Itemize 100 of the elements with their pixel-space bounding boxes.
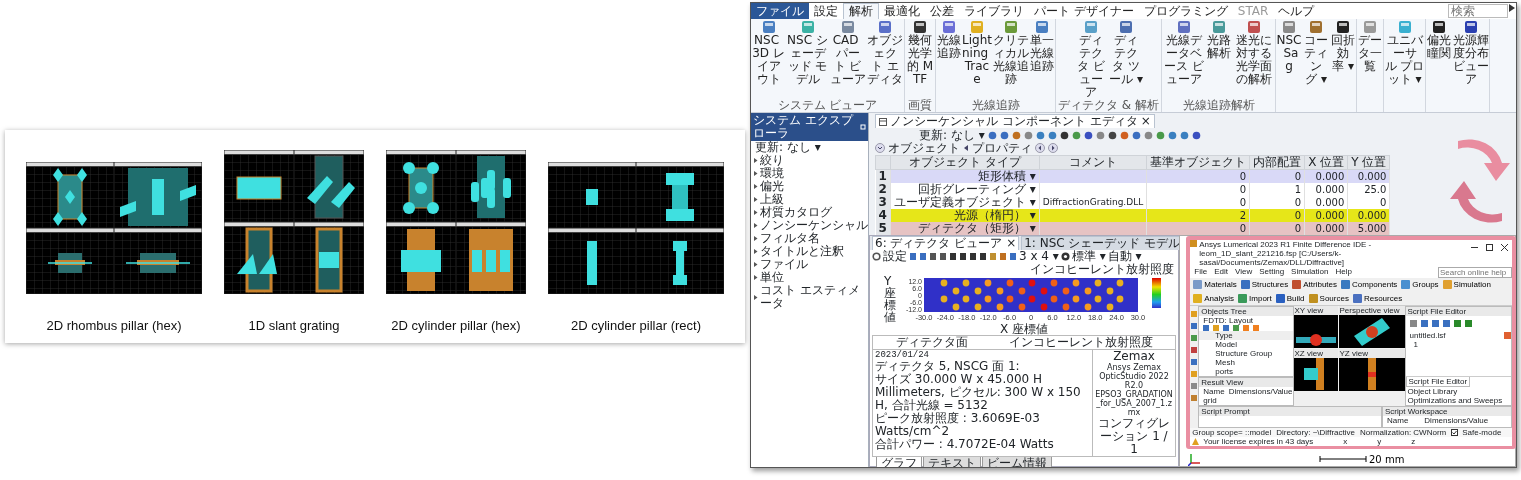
menu-item[interactable]: View (1234, 266, 1253, 278)
object-button[interactable]: オブジェクト (888, 141, 960, 155)
ribbon-tab[interactable]: プログラミング (1138, 3, 1233, 19)
ribbon-button[interactable]: データ一覧 (1357, 20, 1383, 99)
expand-icon[interactable] (753, 294, 758, 300)
collapse-icon[interactable] (875, 143, 885, 153)
toolbar-button[interactable]: Simulation (1441, 278, 1491, 290)
ribbon-button[interactable]: ユニバーサル プロット ▾ (1384, 20, 1425, 99)
type-dropdown[interactable]: 光源（楕円） ▾ (953, 207, 1036, 222)
menu-item[interactable]: Simulation (1291, 266, 1329, 278)
toolbar-button[interactable]: Analysis (1192, 292, 1235, 304)
ribbon-button[interactable]: オブジェクト エディタ (866, 20, 904, 99)
ribbon-tab[interactable]: 最適化 (879, 3, 925, 19)
toolbar-button[interactable]: Sources (1307, 292, 1349, 304)
toolbar-button[interactable]: Structures (1239, 278, 1289, 290)
expand-icon[interactable] (753, 171, 758, 176)
tree-item[interactable]: ports (1199, 366, 1293, 376)
toolbar-button[interactable]: Materials (1192, 278, 1237, 290)
expand-icon[interactable] (753, 262, 758, 267)
expand-icon[interactable] (753, 184, 758, 189)
ribbon-button[interactable]: 偏光瞳関 (1426, 20, 1452, 99)
tree-item[interactable]: Structure Group (1199, 348, 1293, 358)
tree-item[interactable]: 偏光 (760, 180, 784, 193)
standard-dropdown[interactable]: 標準 ▾ (1071, 249, 1106, 263)
close-button[interactable]: × (1140, 115, 1151, 128)
ribbon-button[interactable]: Lightning Trace (962, 20, 992, 99)
ribbon-tab[interactable]: ライブラリ (959, 3, 1029, 19)
ribbon-button[interactable]: 回折効率 ▾ (1330, 20, 1356, 99)
toolbar-button[interactable]: Import (1237, 292, 1272, 304)
layout-dropdown[interactable]: 3 x 4 ▾ (1019, 249, 1059, 263)
ribbon-button[interactable]: 迷光に対する光学面の解析 (1232, 20, 1275, 99)
ribbon-button[interactable]: 光路解析 (1206, 20, 1232, 99)
ribbon-button[interactable]: 幾何光学的 MTF (905, 20, 935, 99)
type-dropdown[interactable]: ディテクタ（矩形） ▾ (917, 220, 1036, 235)
ribbon-button[interactable]: クリティカル光線追跡 (992, 20, 1029, 99)
type-dropdown[interactable]: ユーザ定義オブジェクト ▾ (893, 194, 1036, 209)
tree-item[interactable]: grid (1203, 395, 1217, 405)
expand-icon[interactable] (753, 210, 758, 215)
close-button[interactable]: × (1006, 235, 1017, 250)
panel-tab[interactable]: Object Library (1405, 386, 1460, 396)
ribbon-button[interactable]: CAD パート ビューア (829, 20, 866, 99)
ribbon-tab[interactable]: 公差 (925, 3, 959, 19)
ribbon-button[interactable]: 光線追跡 (936, 20, 962, 99)
tree-item[interactable]: Mesh (1199, 357, 1293, 367)
toolbar-button[interactable]: Build (1274, 292, 1305, 304)
file-tab[interactable]: untitled.lsf (1409, 330, 1504, 340)
auto-dropdown[interactable]: 自動 ▾ (1107, 249, 1142, 263)
tree-item[interactable]: フィルタ名 (760, 232, 820, 245)
menu-item[interactable]: Setting (1259, 266, 1285, 278)
settings-button[interactable]: 設定 (883, 249, 907, 263)
tree-item[interactable]: 上級 (760, 193, 784, 206)
panel-tab[interactable]: Optimizations and Sweeps (1405, 395, 1505, 405)
editor-tab[interactable]: ノンシーケンシャル コンポーネント エディタ × (875, 114, 1155, 128)
update-dropdown[interactable]: 更新: なし ▾ (755, 140, 821, 154)
ribbon-tab[interactable]: 設定 (809, 3, 843, 19)
toolbar-button[interactable]: Groups (1400, 278, 1439, 290)
viewer-tab[interactable]: 6: ディテクタ ビューア × (872, 235, 1020, 250)
ribbon-tab[interactable]: ヘルプ (1273, 3, 1320, 19)
ribbon-button[interactable]: NSC 3D レイアウト (751, 20, 786, 99)
menu-item[interactable]: Help (1335, 266, 1352, 278)
checkbox[interactable] (1451, 428, 1459, 436)
ribbon-button[interactable]: 光線データベース ビューア (1162, 20, 1206, 99)
target-icon[interactable] (1060, 251, 1070, 261)
panel-tab[interactable]: Script File Editor (1405, 376, 1471, 387)
search-field[interactable]: Search online help (1438, 266, 1512, 278)
ribbon-tab[interactable]: パート デザイナー (1029, 3, 1139, 19)
menu-item[interactable]: File (1194, 266, 1208, 278)
property-button[interactable]: プロパティ (972, 141, 1032, 155)
tree-item[interactable]: 材質カタログ (760, 206, 832, 219)
ribbon-button[interactable]: ディテクタ ツール ▾ (1108, 20, 1144, 99)
tree-item[interactable]: 単位 (760, 271, 784, 284)
expand-icon[interactable] (753, 158, 758, 163)
ribbon-button[interactable]: 光源輝度分布ビューア (1452, 20, 1489, 99)
tree-item[interactable]: ファイル (760, 258, 808, 271)
tree-item[interactable]: コスト エスティメータ (760, 284, 868, 310)
search-field[interactable]: 検索 (1448, 4, 1508, 18)
ribbon-button[interactable]: コーティング ▾ (1302, 20, 1330, 99)
ribbon-button[interactable]: 単一光線追跡 (1029, 20, 1055, 99)
type-dropdown[interactable]: 矩形体積 ▾ (977, 168, 1036, 183)
menu-item[interactable]: Edit (1214, 266, 1228, 278)
expand-icon[interactable] (753, 275, 758, 280)
next-icon[interactable] (1048, 143, 1058, 153)
ribbon-tab[interactable]: 解析 (843, 3, 879, 19)
type-dropdown[interactable]: 回折グレーティング ▾ (917, 181, 1036, 196)
expand-icon[interactable] (753, 249, 758, 254)
ribbon-tab[interactable]: ファイル (751, 3, 809, 19)
ribbon-button[interactable]: NSC シェーデッド モデル (786, 20, 829, 99)
left-arrow-icon[interactable] (963, 145, 969, 151)
expand-icon[interactable] (753, 197, 758, 202)
tree-item[interactable]: タイトルと注釈 (760, 245, 844, 258)
tree-item[interactable]: 絞り (760, 154, 784, 167)
expand-icon[interactable] (753, 223, 758, 228)
tree-item[interactable]: ノンシーケンシャル (760, 219, 868, 232)
tree-root[interactable]: FDTD: Layout (1199, 315, 1293, 325)
previous-icon[interactable] (1035, 143, 1045, 153)
toolbar-button[interactable]: Resources (1351, 292, 1403, 304)
ribbon-button[interactable]: ディテクタ ビューア (1073, 20, 1109, 99)
ribbon-button[interactable]: NSC Sag (1276, 20, 1302, 99)
update-dropdown[interactable]: 更新: なし ▾ (919, 128, 985, 142)
close-icon[interactable] (1501, 243, 1508, 251)
